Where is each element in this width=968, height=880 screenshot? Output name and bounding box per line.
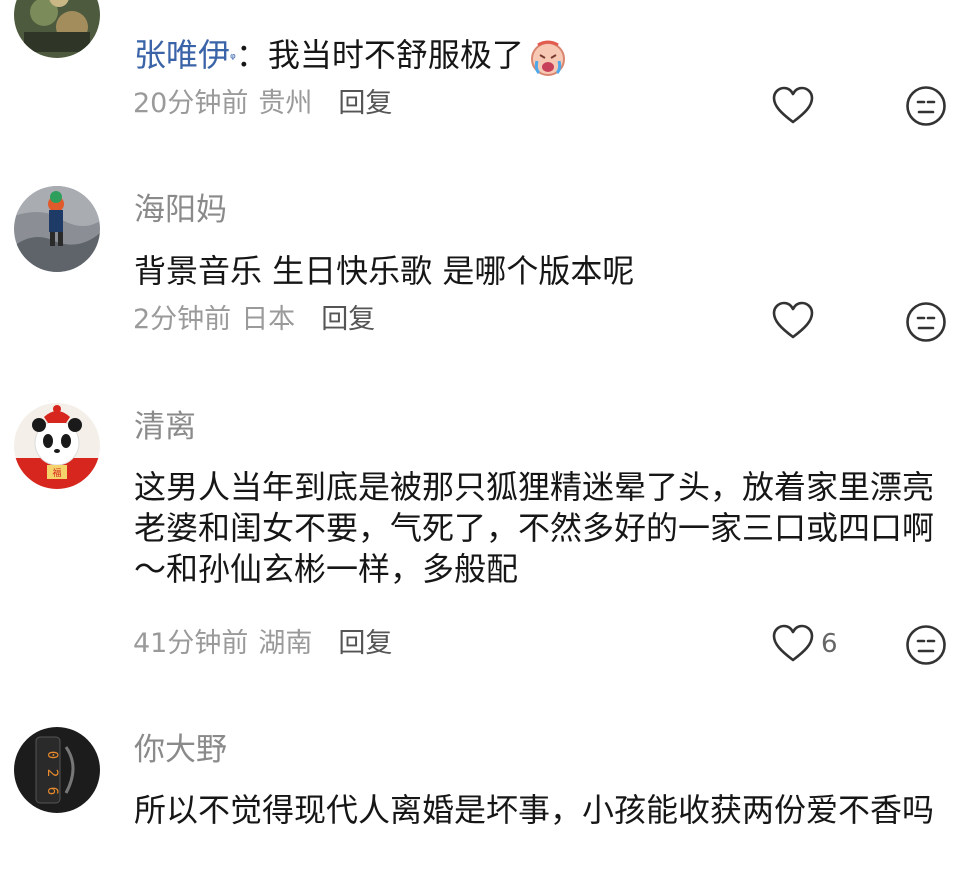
comment-list: 张唯伊ᵠ：我当时不舒服极了 20分钟前 贵州 回复 海阳妈 背景音乐 生日快乐歌… [0,0,968,880]
avatar[interactable]: 0 2 6 [14,727,100,813]
username[interactable]: 你大野 [134,735,227,766]
svg-text:0: 0 [44,751,60,759]
reply-button[interactable]: 回复 [338,630,392,657]
comment-location: 湖南 [258,628,313,659]
dislike-button[interactable] [905,301,947,343]
avatar[interactable]: 福 [14,403,100,489]
neutral-face-icon [906,302,946,342]
like-button[interactable] [771,301,815,341]
neutral-face-icon [906,86,946,126]
comment-body: ：我当时不舒服极了 [235,36,524,74]
comment-location: 日本 [241,304,296,335]
like-button[interactable] [771,86,815,126]
reply-button[interactable]: 回复 [321,306,375,333]
like-button[interactable]: 6 [771,624,838,664]
avatar[interactable] [14,0,100,58]
comment-meta: 2分钟前 日本 回复 [133,306,375,333]
comment-time: 2分钟前 [133,304,232,335]
heart-icon [772,624,814,662]
username[interactable]: 清离 [134,412,196,443]
like-count: 6 [821,629,838,659]
username[interactable]: 海阳妈 [134,195,227,226]
crying-face-emoji [530,40,565,76]
comment-time: 41分钟前 [133,628,249,659]
comment-text: 所以不觉得现代人离婚是坏事，小孩能收获两份爱不香吗 [134,791,935,829]
comment-text: 背景音乐 生日快乐歌 是哪个版本呢 [134,252,635,290]
heart-icon [772,86,814,124]
dislike-button[interactable] [905,624,947,666]
svg-text:2: 2 [44,769,60,777]
comment-location: 贵州 [258,88,313,119]
dislike-button[interactable] [905,85,947,127]
neutral-face-icon [906,625,946,665]
heart-icon [772,301,814,339]
comment-meta: 20分钟前 贵州 回复 [133,90,392,117]
comment-meta: 41分钟前 湖南 回复 [133,630,392,657]
comment-text: 张唯伊ᵠ：我当时不舒服极了 [134,35,944,80]
reply-button[interactable]: 回复 [338,90,392,117]
comment-text: 这男人当年到底是被那只狐狸精迷晕了头，放着家里漂亮老婆和闺女不要，气死了，不然多… [134,468,935,588]
reply-author[interactable]: 张唯伊 [134,36,230,74]
avatar[interactable] [14,186,100,272]
svg-text:6: 6 [44,787,60,795]
svg-text:福: 福 [52,467,61,479]
comment-time: 20分钟前 [133,88,249,119]
